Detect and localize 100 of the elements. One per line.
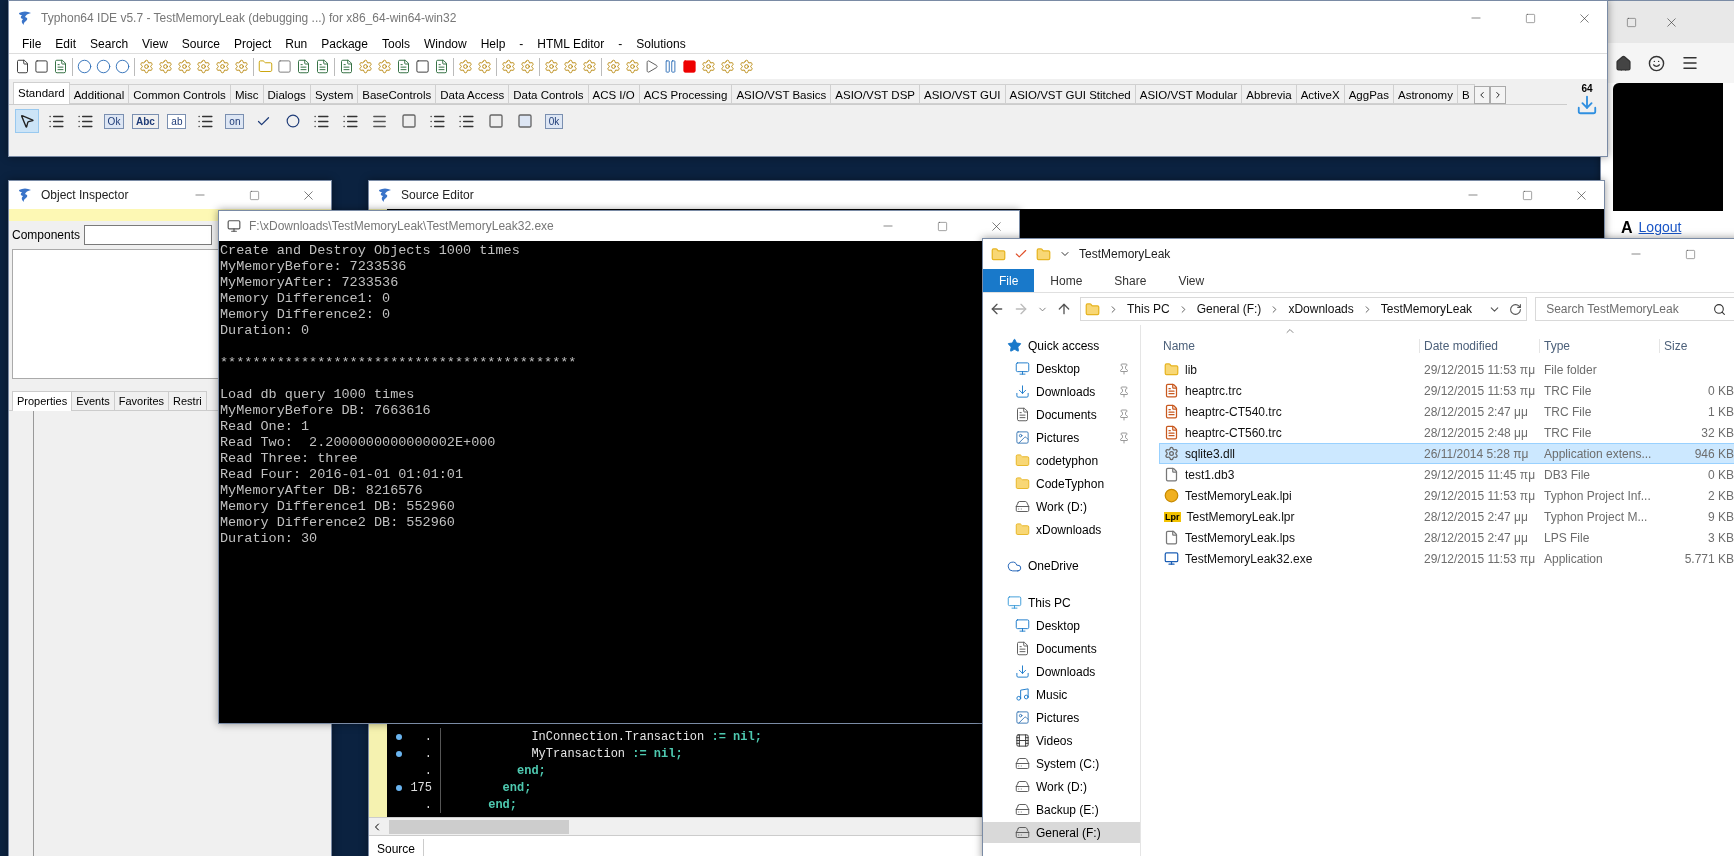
menu-item[interactable]: Package (314, 37, 375, 51)
column-header[interactable]: Name (1159, 339, 1419, 353)
menu-item[interactable]: Run (278, 37, 315, 51)
file-name: heaptrc.trc (1185, 383, 1242, 398)
palette-tab[interactable]: System (309, 84, 359, 104)
type-cell-text: TRC File (1543, 404, 1593, 419)
file-row[interactable]: lib 29/12/2015 11:53 πμ File folder (1159, 359, 1734, 380)
line-number: . (423, 746, 432, 761)
menu-item[interactable]: HTML Editor (530, 37, 612, 51)
palette-tab[interactable]: ASIO/VST GUI (919, 84, 1006, 104)
column-header[interactable]: Date modified (1419, 339, 1539, 353)
breadcrumb-item[interactable]: TestMemoryLeak (1380, 302, 1473, 316)
file-row[interactable]: test1.db3 29/12/2015 11:45 πμ DB3 File 0 KB (1159, 464, 1734, 485)
ribbon-tab[interactable]: File (983, 269, 1035, 292)
window-title: Typhon64 IDE v5.7 - TestMemoryLeak (debugging ...) for x86_64-win64-win32 (41, 11, 457, 25)
file-row[interactable]: sqlite3.dll 26/11/2014 5:28 πμ Application extens... 946 KB (1159, 443, 1734, 464)
menu-item[interactable]: Help (473, 37, 513, 51)
menu-item[interactable]: Project (226, 37, 279, 51)
file-row[interactable]: TestMemoryLeak.lps 28/12/2015 2:47 μμ LPS File 3 KB (1159, 527, 1734, 548)
size-cell-text: 946 KB (1693, 446, 1734, 461)
window-title: Object Inspector (41, 188, 129, 202)
breadcrumb-item[interactable]: General (F:) (1196, 302, 1262, 316)
nav-item[interactable]: System (C:) (983, 753, 1140, 775)
palette-tab[interactable]: Data Controls (508, 84, 589, 104)
nav-item[interactable]: codetyphon (983, 450, 1140, 471)
palette-tab[interactable]: Abbrevia (1241, 84, 1297, 104)
nav-item[interactable]: OneDrive (983, 555, 1140, 577)
nav-item[interactable]: Pictures (983, 707, 1140, 729)
palette-tab[interactable]: Astronomy (1393, 84, 1458, 104)
inspector-tab[interactable]: Properties (12, 391, 73, 411)
code-line: MyTransaction := nil; (530, 746, 683, 761)
nav-item[interactable]: Backup (E:) (983, 799, 1140, 821)
column-header[interactable]: Size (1659, 339, 1734, 353)
palette-tab[interactable]: ASIO/VST Modular (1134, 84, 1243, 104)
nav-item[interactable]: General (F:) (983, 822, 1140, 844)
file-row[interactable]: heaptrc.trc 29/12/2015 11:53 πμ TRC File 0 KB (1159, 380, 1734, 401)
nav-item[interactable]: Documents (983, 638, 1140, 660)
palette-tab[interactable]: Misc (229, 84, 264, 104)
file-name: heaptrc-CT560.trc (1185, 425, 1282, 440)
nav-item[interactable]: Quick access (983, 335, 1140, 356)
nav-item[interactable]: Desktop (983, 358, 1140, 379)
date-cell-text: 28/12/2015 2:48 μμ (1423, 425, 1529, 440)
menu-item[interactable]: - (611, 37, 630, 51)
nav-item[interactable]: Work (D:) (983, 776, 1140, 798)
nav-item[interactable]: Downloads (983, 381, 1140, 402)
palette-tab[interactable]: AggPas (1343, 84, 1394, 104)
palette-tab[interactable]: Dialogs (262, 84, 311, 104)
nav-item[interactable]: CodeTyphon (983, 473, 1140, 494)
palette-tab[interactable]: ACS Processing (638, 84, 733, 104)
palette-tab[interactable]: ACS I/O (587, 84, 640, 104)
file-row[interactable]: TestMemoryLeak32.exe 29/12/2015 11:53 πμ Application 5.771 KB (1159, 548, 1734, 569)
palette-tab[interactable]: ActiveX (1295, 84, 1345, 104)
nav-item[interactable]: Downloads (983, 661, 1140, 683)
size-cell-text: 0 KB (1707, 467, 1734, 482)
nav-item[interactable]: Videos (983, 730, 1140, 752)
nav-item[interactable]: Music (983, 684, 1140, 706)
search-field[interactable]: Search TestMemoryLeak (1535, 297, 1734, 321)
menu-item[interactable]: Tools (374, 37, 417, 51)
menu-item[interactable]: Search (83, 37, 136, 51)
inspector-tab[interactable]: Restri (168, 391, 207, 410)
menu-item[interactable]: View (135, 37, 175, 51)
nav-item[interactable]: xDownloads (983, 519, 1140, 540)
type-cell-text: TRC File (1543, 425, 1593, 440)
menu-item[interactable]: - (512, 37, 531, 51)
nav-item[interactable]: This PC (983, 592, 1140, 614)
file-row[interactable]: TestMemoryLeak.lpi 29/12/2015 11:53 πμ Typhon Project Inf... 2 KB (1159, 485, 1734, 506)
menu-item[interactable]: File (15, 37, 49, 51)
palette-tab[interactable]: ASIO/VST DSP (830, 84, 920, 104)
platform-label: 64 (1581, 83, 1593, 94)
type-cell-text: TRC File (1543, 383, 1593, 398)
nav-item[interactable]: Work (D:) (983, 496, 1140, 517)
column-header[interactable]: Type (1539, 339, 1659, 353)
file-row[interactable]: heaptrc-CT560.trc 28/12/2015 2:48 μμ TRC File 32 KB (1159, 422, 1734, 443)
logout-link[interactable]: Logout (1638, 219, 1682, 235)
menu-item[interactable]: Solutions (629, 37, 693, 51)
palette-tab[interactable]: Standard (13, 82, 70, 104)
file-row[interactable]: heaptrc-CT540.trc 28/12/2015 2:47 μμ TRC File 1 KB (1159, 401, 1734, 422)
menu-item[interactable]: Source (174, 37, 227, 51)
nav-item[interactable]: Pictures (983, 427, 1140, 448)
line-number: . (423, 797, 432, 812)
menu-item[interactable]: Edit (48, 37, 84, 51)
nav-item[interactable]: Documents (983, 404, 1140, 425)
type-cell-text: Application (1543, 551, 1604, 566)
date-cell-text: 28/12/2015 2:47 μμ (1423, 404, 1529, 419)
file-name: TestMemoryLeak32.exe (1185, 551, 1313, 566)
window-title: Source Editor (401, 188, 474, 202)
breadcrumb-item[interactable]: xDownloads (1288, 302, 1354, 316)
palette-tab[interactable]: BaseControls (357, 84, 437, 104)
palette-tab[interactable]: ASIO/VST GUI Stitched (1004, 84, 1136, 104)
palette-tab[interactable]: Additional (68, 84, 130, 104)
editor-tab[interactable]: Source (369, 839, 425, 856)
address-bar[interactable]: This PC General (F:) xDownloads TestMemoryLeak (1080, 297, 1528, 321)
file-row[interactable]: Lpr TestMemoryLeak.lpr 28/12/2015 2:47 μμ Typhon Project M... 9 KB (1159, 506, 1734, 527)
palette-tab[interactable]: Common Controls (128, 84, 231, 104)
menu-item[interactable]: Window (417, 37, 474, 51)
window-title: TestMemoryLeak (1079, 247, 1171, 261)
nav-item[interactable]: Desktop (983, 615, 1140, 637)
breadcrumb-item[interactable]: This PC (1127, 302, 1170, 316)
palette-tab[interactable]: Data Access (435, 84, 510, 104)
palette-tab[interactable]: ASIO/VST Basics (731, 84, 832, 104)
